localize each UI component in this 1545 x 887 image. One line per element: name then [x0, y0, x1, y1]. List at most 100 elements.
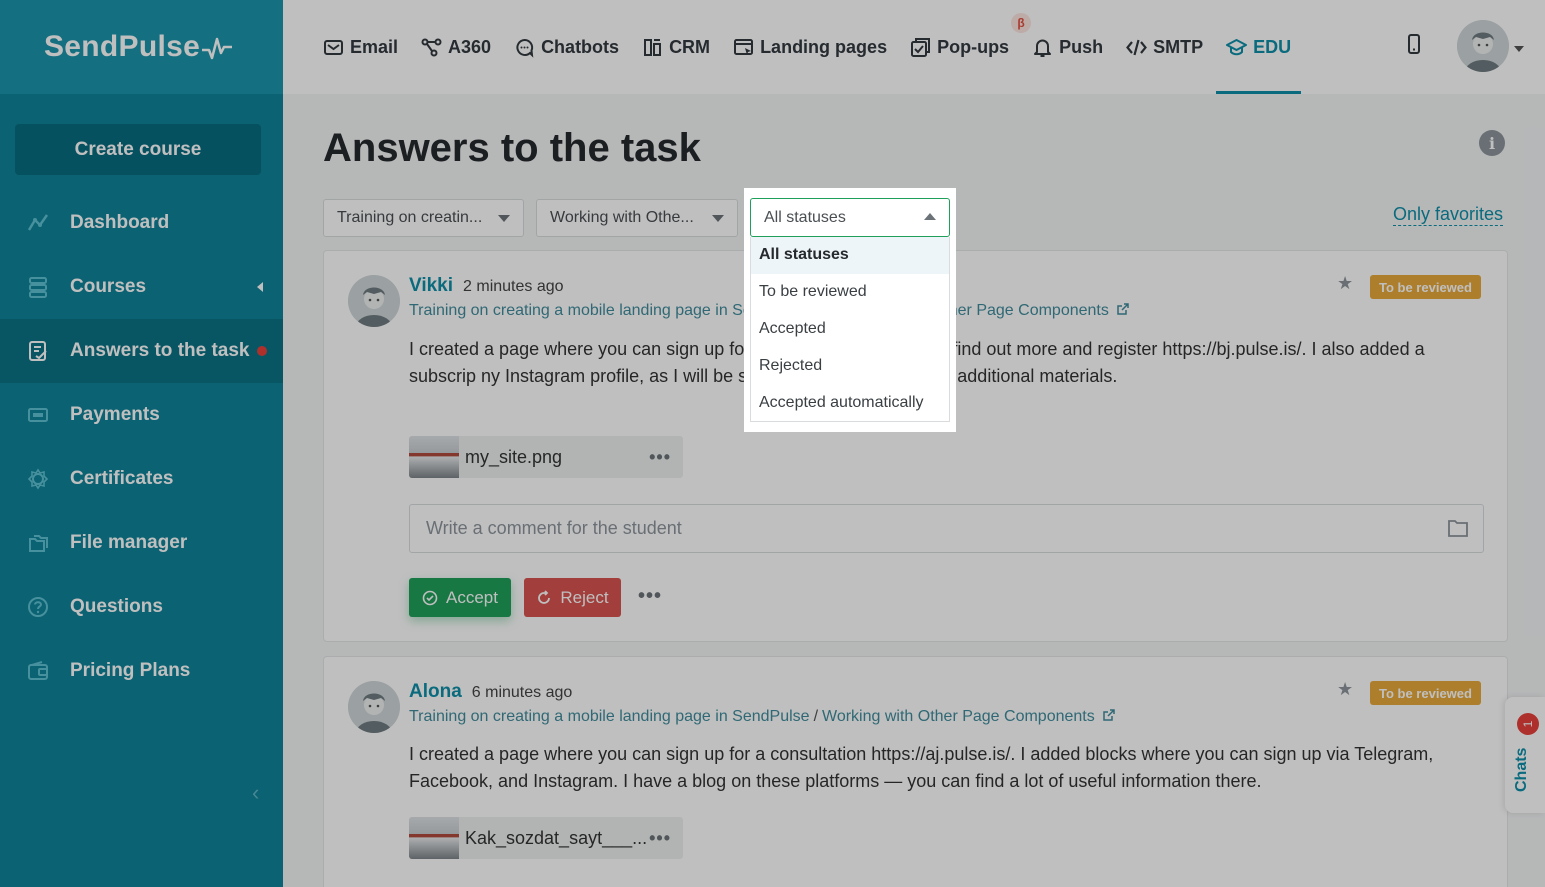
- page-title: Answers to the task: [323, 126, 701, 170]
- course-path[interactable]: Training on creating a mobile landing pa…: [409, 708, 1115, 726]
- chats-label: Chats: [1513, 747, 1530, 792]
- filter-value: Working with Othe...: [550, 209, 694, 226]
- student-name-text: Vikki: [409, 275, 454, 296]
- notification-dot: [257, 346, 267, 356]
- expand-arrow-icon[interactable]: [257, 282, 263, 292]
- sidebar-item-answers[interactable]: Answers to the task: [0, 319, 283, 383]
- sidebar-item-label: Payments: [70, 404, 160, 425]
- chats-tab[interactable]: 1 Chats: [1505, 697, 1545, 813]
- bell-icon: [1034, 39, 1052, 57]
- filter-value: Training on creatin...: [337, 209, 483, 226]
- code-icon: [1126, 39, 1148, 55]
- file-thumbnail: [409, 817, 459, 859]
- sidebar-item-label: Pricing Plans: [70, 660, 191, 681]
- file-name: Kak_sozdat_sayt___...: [465, 827, 648, 848]
- accept-button[interactable]: Accept: [409, 578, 511, 617]
- attachment[interactable]: Kak_sozdat_sayt___... •••: [409, 817, 683, 859]
- nav-email[interactable]: Email: [323, 0, 398, 94]
- nav-label: Push: [1059, 36, 1104, 57]
- sidebar-item-label: Answers to the task: [70, 340, 250, 361]
- star-icon[interactable]: ★: [1337, 273, 1353, 294]
- file-manager-icon: [26, 531, 50, 555]
- sidebar-item-certificates[interactable]: Certificates: [0, 447, 283, 511]
- nav-label: CRM: [669, 36, 711, 57]
- nav-a360[interactable]: A360: [421, 0, 491, 94]
- sidebar-item-label: Questions: [70, 596, 163, 617]
- nav-label: Email: [350, 36, 399, 57]
- nav-landing-pages[interactable]: Landing pages: [733, 0, 887, 94]
- status-dropdown-highlight: All statuses All statuses To be reviewed…: [744, 188, 956, 432]
- chevron-up-icon: [924, 213, 936, 220]
- course-filter-select[interactable]: Training on creatin...: [323, 199, 524, 237]
- landing-page-icon: [734, 38, 754, 55]
- more-options-icon[interactable]: •••: [649, 828, 671, 849]
- sidebar-item-courses[interactable]: Courses: [0, 255, 283, 319]
- dashboard-icon: [26, 211, 50, 235]
- student-avatar: [348, 681, 400, 733]
- collapse-sidebar-icon[interactable]: ‹: [252, 780, 259, 806]
- external-link-icon: [1117, 303, 1130, 315]
- sendpulse-logo[interactable]: SendPulse: [44, 30, 233, 64]
- user-avatar[interactable]: [1457, 20, 1509, 72]
- sidebar-item-payments[interactable]: Payments: [0, 383, 283, 447]
- file-name: my_site.png: [465, 446, 563, 467]
- status-option-rejected[interactable]: Rejected: [751, 347, 949, 384]
- status-option-accepted[interactable]: Accepted: [751, 311, 949, 348]
- sidebar-item-questions[interactable]: Questions: [0, 575, 283, 639]
- lesson-name: ner Page Components: [948, 302, 1109, 319]
- graduation-cap-icon: [1226, 38, 1248, 55]
- nav-edu[interactable]: EDU: [1216, 0, 1302, 94]
- more-actions-icon[interactable]: •••: [638, 585, 662, 608]
- avatar-face-icon: [348, 681, 400, 733]
- external-link-icon: [1103, 709, 1115, 721]
- nav-pop-ups[interactable]: Pop-ups β: [910, 0, 1032, 94]
- student-name[interactable]: Vikki 2 minutes ago: [409, 275, 564, 297]
- pulse-logo-icon: [202, 37, 233, 60]
- create-course-button[interactable]: Create course: [15, 124, 261, 175]
- reject-label: Reject: [560, 587, 609, 607]
- chevron-down-icon[interactable]: [1514, 46, 1524, 52]
- answer-text: I created a page where you can sign up f…: [409, 744, 1434, 791]
- reject-button[interactable]: Reject: [524, 578, 621, 617]
- folder-icon[interactable]: [1447, 518, 1469, 538]
- lesson-name: Working with Other Page Components: [822, 708, 1095, 725]
- automation-icon: [421, 38, 442, 56]
- status-option-accepted-automatically[interactable]: Accepted automatically: [751, 384, 949, 421]
- envelope-icon: [324, 39, 343, 55]
- popup-window-icon: [911, 37, 931, 57]
- check-circle-icon: [422, 590, 438, 605]
- mobile-phone-icon[interactable]: [1403, 33, 1425, 55]
- lesson-filter-select[interactable]: Working with Othe...: [536, 199, 738, 237]
- nav-label: Landing pages: [760, 36, 888, 57]
- star-icon[interactable]: ★: [1337, 679, 1353, 700]
- service-nav: Email A360 Chatbots CRM Landing pages Po…: [323, 0, 1314, 94]
- info-icon[interactable]: i: [1479, 130, 1505, 156]
- more-options-icon[interactable]: •••: [649, 447, 671, 468]
- certificates-icon: [26, 467, 50, 491]
- nav-crm[interactable]: CRM: [642, 0, 710, 94]
- status-options-list: All statuses To be reviewed Accepted Rej…: [750, 237, 950, 422]
- status-filter-value: All statuses: [764, 208, 846, 226]
- sidebar-item-dashboard[interactable]: Dashboard: [0, 191, 283, 255]
- status-badge: To be reviewed: [1370, 275, 1481, 299]
- status-option-to-be-reviewed[interactable]: To be reviewed: [751, 274, 949, 311]
- sidebar-nav: Dashboard Courses Answers to the task Pa…: [0, 191, 283, 703]
- student-name[interactable]: Alona 6 minutes ago: [409, 681, 572, 703]
- sidebar-item-file-manager[interactable]: File manager: [0, 511, 283, 575]
- sidebar-item-label: File manager: [70, 532, 188, 553]
- nav-chatbots[interactable]: Chatbots: [514, 0, 619, 94]
- nav-smtp[interactable]: SMTP: [1126, 0, 1203, 94]
- only-favorites-link[interactable]: Only favorites: [1393, 204, 1504, 226]
- nav-label: SMTP: [1153, 36, 1204, 57]
- status-filter-select[interactable]: All statuses: [750, 198, 950, 237]
- path-separator: /: [813, 708, 819, 725]
- file-thumbnail: [409, 436, 459, 478]
- comment-input[interactable]: Write a comment for the student: [409, 504, 1484, 553]
- sidebar-item-pricing-plans[interactable]: Pricing Plans: [0, 639, 283, 703]
- sidebar-item-label: Courses: [70, 276, 147, 297]
- status-option-all[interactable]: All statuses: [751, 237, 949, 274]
- attachment[interactable]: my_site.png •••: [409, 436, 683, 478]
- nav-push[interactable]: Push: [1032, 0, 1103, 94]
- answers-icon: [26, 339, 50, 363]
- logo-text: SendPulse: [44, 30, 201, 63]
